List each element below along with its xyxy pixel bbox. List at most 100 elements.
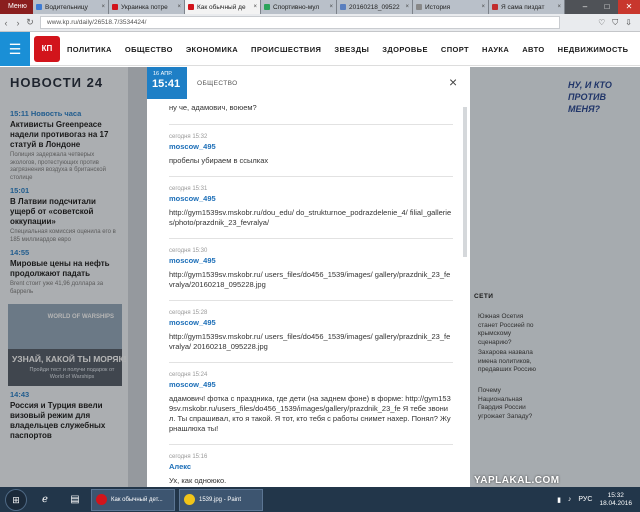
nav-item[interactable]: ПОЛИТИКА: [67, 45, 112, 54]
tab-label: Украинка потре: [121, 3, 168, 11]
tab-strip: Меню Водительницу × Украинка потре × Как обы…: [0, 0, 640, 14]
comments-list: ну че, адамович, воюем? сегодня 15:32 mos…: [169, 103, 453, 487]
download-icon[interactable]: ⇩: [625, 18, 632, 28]
network-icon[interactable]: ▮: [557, 496, 561, 504]
rubric-label[interactable]: ОБЩЕСТВО: [197, 80, 238, 87]
tab-label: Как обычный де: [197, 3, 246, 11]
tab-label: Водительницу: [45, 3, 88, 11]
tab-close-icon[interactable]: ×: [253, 4, 257, 10]
taskbar-app-icon: [96, 494, 107, 505]
browser-tab[interactable]: Украинка потре ×: [109, 0, 185, 14]
back-icon[interactable]: ‹: [0, 18, 12, 28]
clock-time: 15:32: [607, 491, 624, 499]
start-button-icon[interactable]: ⊞: [5, 488, 27, 511]
tab-favicon-icon: [340, 4, 346, 10]
comment-author[interactable]: Алекс: [169, 462, 453, 471]
nav-item[interactable]: ЗВЕЗДЫ: [334, 45, 369, 54]
comment-text: Ух, как одноюко.: [169, 476, 227, 485]
comment: сегодня 15:31 moscow_495 http://gym1539sv.…: [169, 177, 453, 239]
reload-icon[interactable]: ↻: [24, 17, 36, 28]
comment-meta: сегодня 15:31: [169, 186, 208, 192]
comments: сегодня 15:32 moscow_495 пробелы убираем в…: [169, 125, 453, 487]
comment-text: пробелы убираем в ссылках: [169, 156, 269, 165]
browser-tab[interactable]: Спортивно-мул ×: [261, 0, 337, 14]
watermark: YAPLAKAL.COM: [474, 475, 560, 486]
tab-close-icon[interactable]: ×: [405, 4, 409, 10]
tab-close-icon[interactable]: ×: [101, 4, 105, 10]
tab-close-icon[interactable]: ×: [177, 4, 181, 10]
comment: сегодня 15:32 moscow_495 пробелы убираем в…: [169, 125, 453, 177]
comment-text: http://gym1539sv.mskobr.ru/ users_files/…: [169, 332, 451, 351]
comment-meta: сегодня 15:24: [169, 372, 208, 378]
opera-menu-button[interactable]: Меню: [0, 0, 33, 14]
tab-label: 20160218_09522: [349, 3, 400, 11]
system-tray: ▮ ♪ РУС 15:32 18.04.2016: [557, 492, 640, 508]
taskbar: ⊞ ℯ ▤ Как обычный дет... 1539.jpg - Paint…: [0, 487, 640, 512]
close-window-icon[interactable]: ✕: [618, 0, 640, 14]
language-indicator[interactable]: РУС: [578, 496, 592, 503]
comments-modal: 16 АПР. 15:41 ОБЩЕСТВО × ну че, адамович…: [147, 67, 470, 487]
browser-tab[interactable]: История ×: [413, 0, 489, 14]
clock[interactable]: 15:32 18.04.2016: [599, 492, 632, 508]
folder-icon[interactable]: ▤: [63, 489, 87, 511]
taskbar-button[interactable]: Как обычный дет...: [91, 488, 175, 511]
screen: Меню Водительницу × Украинка потре × Как обы…: [0, 0, 640, 512]
tab-close-icon[interactable]: ×: [329, 4, 333, 10]
tab-favicon-icon: [36, 4, 42, 10]
toolbar-icons: ♡ ⛉ ⇩: [598, 18, 640, 28]
tab-favicon-icon: [112, 4, 118, 10]
site-header: ☰ КП ПОЛИТИКА ОБЩЕСТВО ЭКОНОМИКА ПРОИСШЕСТВ…: [0, 32, 640, 66]
tab-favicon-icon: [264, 4, 270, 10]
ie-icon[interactable]: ℯ: [33, 489, 57, 511]
shield-icon[interactable]: ⛉: [612, 18, 618, 28]
nav-item[interactable]: ЗДОРОВЬЕ: [382, 45, 428, 54]
comment-author[interactable]: moscow_495: [169, 318, 453, 327]
tab-close-icon[interactable]: ×: [557, 4, 561, 10]
forward-icon[interactable]: ›: [12, 18, 24, 28]
close-icon[interactable]: ×: [449, 75, 457, 89]
nav-item[interactable]: ПРОИСШЕСТВИЯ: [251, 45, 321, 54]
comment-text: http://gym1539sv.mskobr.ru/dou_edu/ do_s…: [169, 208, 452, 227]
taskbar-button-label: Как обычный дет...: [111, 496, 163, 503]
comment: сегодня 15:28 moscow_495 http://gym1539sv.…: [169, 301, 453, 363]
bookmark-icon[interactable]: ♡: [598, 18, 605, 28]
comment-meta: сегодня 15:28: [169, 310, 208, 316]
comment-meta: сегодня 15:32: [169, 134, 208, 140]
comment-text: адамович! фотка с праздника, где дети (н…: [169, 394, 451, 433]
browser-tab[interactable]: 20160218_09522 ×: [337, 0, 413, 14]
main-nav: ПОЛИТИКА ОБЩЕСТВО ЭКОНОМИКА ПРОИСШЕСТВИЯ ЗВЕ…: [67, 45, 640, 54]
browser-tab[interactable]: Как обычный де ×: [185, 0, 261, 14]
hamburger-menu-icon[interactable]: ☰: [0, 32, 30, 66]
clock-date: 18.04.2016: [599, 499, 632, 507]
comment: сегодня 15:24 moscow_495 адамович! фотка с…: [169, 363, 453, 445]
address-bar: ‹ › ↻ www.kp.ru/daily/26518.7/3534424/ ♡…: [0, 14, 640, 32]
taskbar-button[interactable]: 1539.jpg - Paint: [179, 488, 263, 511]
comment-meta: сегодня 15:16: [169, 454, 208, 460]
kp-logo[interactable]: КП: [34, 36, 60, 62]
browser-tab[interactable]: Я сама пиздат ×: [489, 0, 565, 14]
scrollbar[interactable]: [463, 107, 467, 257]
nav-item[interactable]: НЕДВИЖИМОСТЬ: [558, 45, 629, 54]
browser-tab[interactable]: Водительницу ×: [33, 0, 109, 14]
nav-item[interactable]: АВТО: [522, 45, 544, 54]
comment-author[interactable]: moscow_495: [169, 380, 453, 389]
nav-item[interactable]: ЭКОНОМИКА: [186, 45, 238, 54]
tab-favicon-icon: [188, 4, 194, 10]
tab-label: Я сама пиздат: [501, 3, 545, 11]
minimize-icon[interactable]: –: [574, 0, 596, 14]
tabs: Водительницу × Украинка потре × Как обычный …: [33, 0, 565, 14]
nav-item[interactable]: СПОРТ: [441, 45, 469, 54]
comment-author[interactable]: moscow_495: [169, 256, 453, 265]
volume-icon[interactable]: ♪: [568, 496, 572, 503]
comment-author[interactable]: moscow_495: [169, 194, 453, 203]
nav-item[interactable]: НАУКА: [482, 45, 509, 54]
taskbar-app-icon: [184, 494, 195, 505]
maximize-icon[interactable]: □: [596, 0, 618, 14]
url-input[interactable]: www.kp.ru/daily/26518.7/3534424/: [40, 16, 560, 29]
tab-close-icon[interactable]: ×: [481, 4, 485, 10]
comment: сегодня 15:16 Алекс Ух, как одноюко.: [169, 445, 453, 487]
comment-author[interactable]: moscow_495: [169, 142, 453, 151]
date-day: 16 АПР.: [153, 71, 173, 77]
nav-item[interactable]: ОБЩЕСТВО: [125, 45, 173, 54]
tab-label: Спортивно-мул: [273, 3, 320, 11]
